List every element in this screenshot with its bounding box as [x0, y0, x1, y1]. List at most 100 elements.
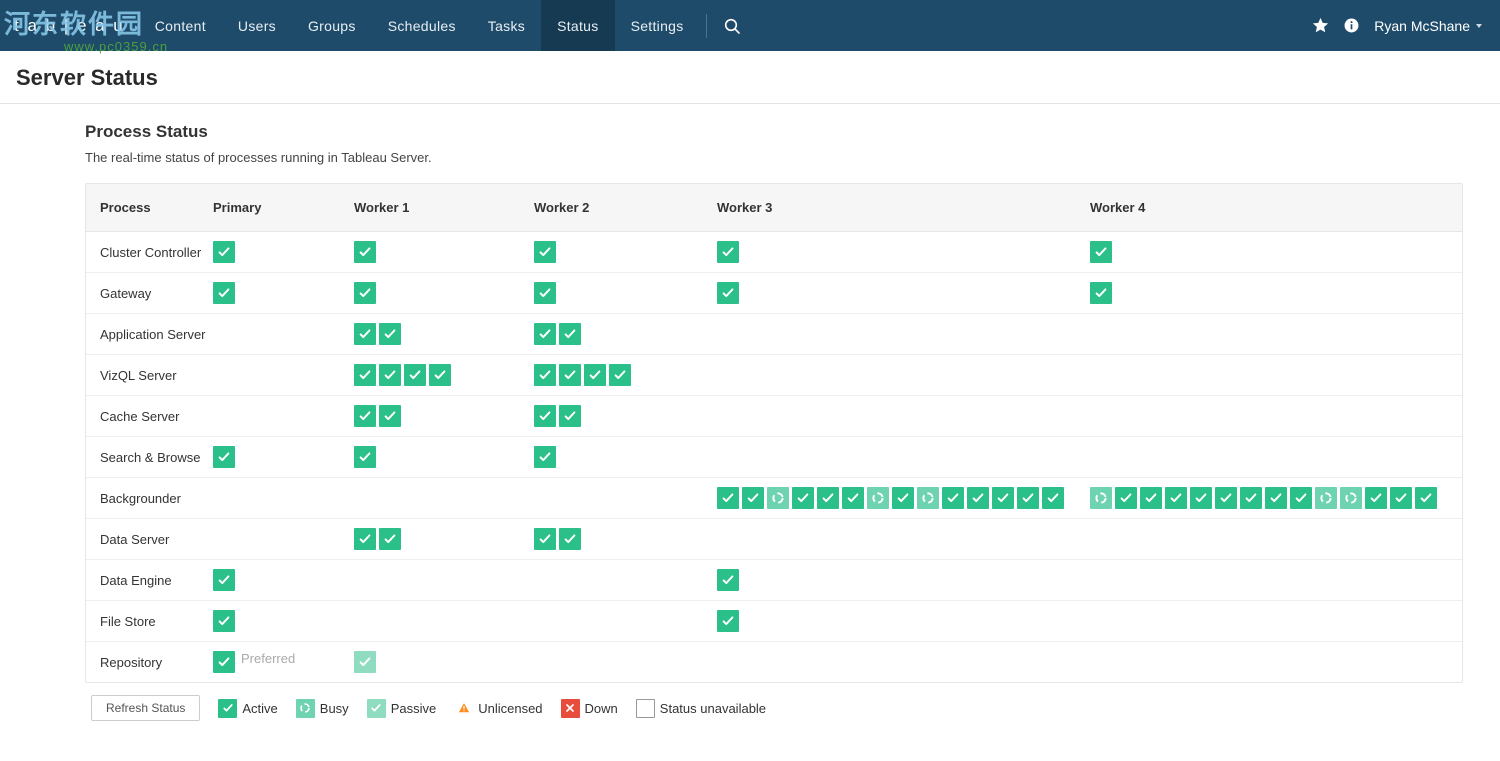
- cell-primary: [213, 366, 354, 384]
- cell-primary: [213, 530, 354, 548]
- refresh-status-button[interactable]: Refresh Status: [91, 695, 200, 721]
- status-indicator-active: [584, 364, 606, 386]
- nav-tab-settings[interactable]: Settings: [615, 0, 700, 51]
- status-indicator-active: [717, 610, 739, 632]
- user-menu[interactable]: Ryan McShane: [1374, 18, 1482, 34]
- nav-tab-schedules[interactable]: Schedules: [372, 0, 472, 51]
- cell-worker4: [1090, 612, 1450, 630]
- favorites-button[interactable]: [1312, 17, 1329, 34]
- legend-item-passive: Passive: [367, 699, 437, 718]
- header-primary: Primary: [213, 184, 354, 231]
- top-navigation: t a b | e a u ContentUsersGroupsSchedule…: [0, 0, 1500, 51]
- search-button[interactable]: [713, 0, 751, 51]
- cell-worker3: [717, 273, 1090, 313]
- status-indicator-active: [379, 528, 401, 550]
- user-name: Ryan McShane: [1374, 18, 1470, 34]
- cell-primary: [213, 407, 354, 425]
- cell-primary: [213, 560, 354, 600]
- info-icon: [1343, 17, 1360, 34]
- header-process: Process: [86, 184, 213, 231]
- status-indicator-active: [1365, 487, 1387, 509]
- table-row: Data Engine: [86, 560, 1462, 601]
- status-indicator-active: [1017, 487, 1039, 509]
- process-name: VizQL Server: [86, 356, 213, 395]
- legend-label: Down: [585, 701, 618, 716]
- cell-worker1: [354, 273, 534, 313]
- status-indicator-active: [1165, 487, 1187, 509]
- cell-worker3: [717, 601, 1090, 641]
- product-logo[interactable]: t a b | e a u: [0, 0, 139, 51]
- info-button[interactable]: [1343, 17, 1360, 34]
- status-indicator-active: [1265, 487, 1287, 509]
- status-legend: ActiveBusyPassiveUnlicensedDownStatus un…: [218, 699, 766, 718]
- status-indicator-active: [534, 405, 556, 427]
- section-subtitle: The real-time status of processes runnin…: [85, 150, 1480, 165]
- nav-tab-groups[interactable]: Groups: [292, 0, 372, 51]
- process-name: Application Server: [86, 315, 213, 354]
- nav-tab-users[interactable]: Users: [222, 0, 292, 51]
- cell-primary: [213, 437, 354, 477]
- cell-worker1: [354, 642, 534, 682]
- cell-primary: [213, 232, 354, 272]
- legend-item-busy: Busy: [296, 699, 349, 718]
- status-indicator-active: [717, 569, 739, 591]
- cell-worker1: [354, 519, 534, 559]
- table-row: Search & Browse: [86, 437, 1462, 478]
- status-indicator-active: [842, 487, 864, 509]
- status-indicator-active: [559, 323, 581, 345]
- status-indicator-active: [817, 487, 839, 509]
- status-indicator-busy: [296, 699, 315, 718]
- status-indicator-active: [354, 528, 376, 550]
- nav-tabs: ContentUsersGroupsSchedulesTasksStatusSe…: [139, 0, 700, 51]
- status-indicator-active: [717, 282, 739, 304]
- cell-worker4: [1090, 325, 1450, 343]
- cell-worker4: [1090, 530, 1450, 548]
- process-name: Search & Browse: [86, 438, 213, 477]
- status-indicator-active: [354, 364, 376, 386]
- search-icon: [723, 17, 741, 35]
- cell-worker2: [534, 314, 717, 354]
- cell-worker1: [354, 612, 534, 630]
- legend-item-unlicensed: Unlicensed: [454, 699, 542, 718]
- nav-tab-content[interactable]: Content: [139, 0, 222, 51]
- chevron-down-icon: [1476, 24, 1482, 28]
- star-icon: [1312, 17, 1329, 34]
- table-row: Backgrounder: [86, 478, 1462, 519]
- status-indicator-active: [534, 364, 556, 386]
- status-indicator-active: [429, 364, 451, 386]
- status-indicator-active: [213, 651, 235, 673]
- cell-worker2: [534, 232, 717, 272]
- legend-label: Unlicensed: [478, 701, 542, 716]
- status-indicator-active: [379, 364, 401, 386]
- cell-worker4: [1090, 232, 1450, 272]
- status-indicator-active: [559, 364, 581, 386]
- nav-separator: [706, 14, 707, 38]
- cell-worker3: [717, 232, 1090, 272]
- cell-worker1: [354, 355, 534, 395]
- nav-tab-status[interactable]: Status: [541, 0, 615, 51]
- process-status-table: Process Primary Worker 1 Worker 2 Worker…: [85, 183, 1463, 683]
- status-indicator-active: [609, 364, 631, 386]
- header-worker3: Worker 3: [717, 184, 1090, 231]
- cell-worker2: [534, 489, 717, 507]
- status-indicator-active: [213, 446, 235, 468]
- status-indicator-active: [559, 405, 581, 427]
- status-indicator-active: [559, 528, 581, 550]
- status-indicator-active: [992, 487, 1014, 509]
- table-body: Cluster ControllerGatewayApplication Ser…: [86, 232, 1462, 682]
- status-indicator-down: [561, 699, 580, 718]
- table-row: Cluster Controller: [86, 232, 1462, 273]
- process-name: Repository: [86, 643, 213, 682]
- cell-primary: [213, 273, 354, 313]
- process-name: Backgrounder: [86, 479, 213, 518]
- cell-worker3: [717, 653, 1090, 671]
- cell-worker3: [717, 325, 1090, 343]
- status-indicator-active: [1115, 487, 1137, 509]
- process-name: Cluster Controller: [86, 233, 213, 272]
- nav-tab-tasks[interactable]: Tasks: [472, 0, 541, 51]
- status-indicator-active: [534, 528, 556, 550]
- cell-worker4: [1090, 366, 1450, 384]
- status-indicator-active: [792, 487, 814, 509]
- status-indicator-active: [534, 282, 556, 304]
- status-indicator-active: [1042, 487, 1064, 509]
